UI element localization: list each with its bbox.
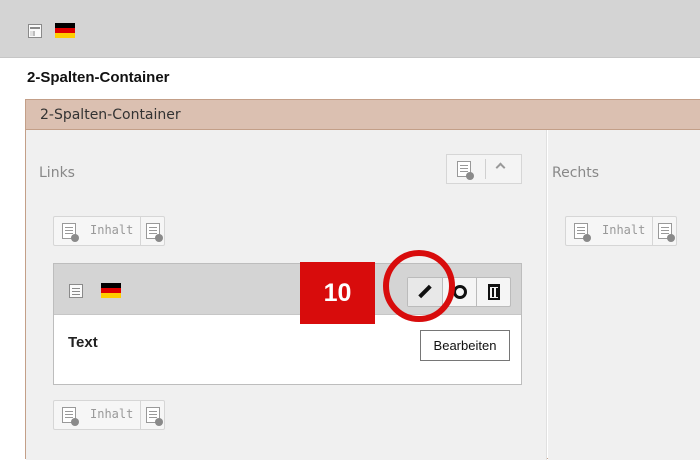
new-content-button-bottom[interactable]: Inhalt [53,400,165,430]
content-element-title: Text [68,334,98,351]
new-content-button-top[interactable]: Inhalt [53,216,165,246]
new-content-label: Inhalt [90,223,134,237]
top-toolbar [0,0,700,58]
germany-flag-icon[interactable] [55,23,75,38]
edit-tooltip: Bearbeiten [420,330,510,361]
collapse-chevron-icon[interactable] [495,162,506,173]
new-content-label: Inhalt [602,223,646,237]
column-actions [446,154,522,184]
new-content-button-right[interactable]: Inhalt [565,216,677,246]
highlight-circle [383,250,455,322]
step-number-badge: 10 [300,262,375,324]
paste-icon[interactable] [658,223,675,242]
container-title: 2-Spalten-Container [26,100,700,130]
text-element-icon [69,284,83,298]
paste-icon[interactable] [146,223,163,242]
add-content-icon [62,223,79,242]
new-content-label: Inhalt [90,407,134,421]
add-content-icon [574,223,591,242]
column-title-right: Rechts [552,165,600,181]
column-right: Rechts Inhalt [548,130,700,460]
add-content-icon [62,407,79,426]
page-title: 2-Spalten-Container [27,69,170,86]
delete-button[interactable] [477,278,511,306]
page-icon[interactable] [28,24,42,38]
toggle-visibility-icon [453,285,467,299]
column-title-left: Links [39,165,75,181]
germany-flag-icon [101,283,121,298]
paste-icon[interactable] [146,407,163,426]
trash-icon [488,284,500,300]
edit-column-icon[interactable] [457,161,474,180]
